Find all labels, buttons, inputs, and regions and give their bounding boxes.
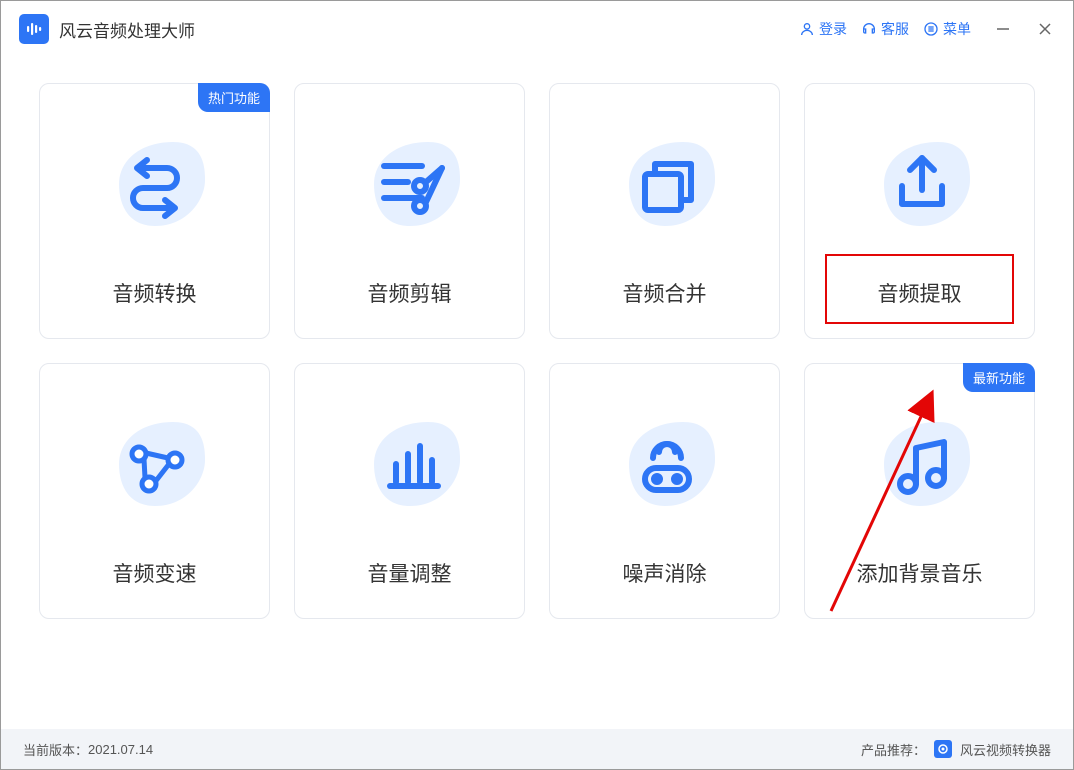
card-audio-speed[interactable]: 音频变速 (39, 363, 270, 619)
card-label: 音量调整 (368, 558, 452, 588)
menu-label: 菜单 (943, 19, 971, 39)
titlebar: 风云音频处理大师 登录 客服 菜单 (1, 1, 1073, 57)
card-label: 音频提取 (878, 278, 962, 308)
card-audio-merge[interactable]: 音频合并 (549, 83, 780, 339)
login-label: 登录 (819, 19, 847, 39)
card-label: 音频变速 (113, 558, 197, 588)
card-noise-remove[interactable]: 噪声消除 (549, 363, 780, 619)
card-label: 添加背景音乐 (857, 558, 983, 588)
card-label: 音频合并 (623, 278, 707, 308)
convert-icon (95, 124, 215, 244)
card-label: 音频转换 (113, 278, 197, 308)
edit-icon (350, 124, 470, 244)
login-button[interactable]: 登录 (799, 19, 847, 39)
noise-icon (605, 404, 725, 524)
music-icon (860, 404, 980, 524)
menu-button[interactable]: 菜单 (923, 19, 971, 39)
card-label: 音频剪辑 (368, 278, 452, 308)
card-audio-convert[interactable]: 热门功能 音频转换 (39, 83, 270, 339)
recommend-label: 产品推荐： (861, 740, 926, 759)
minimize-button[interactable] (993, 19, 1013, 39)
recommend-icon (934, 740, 952, 758)
card-audio-extract[interactable]: 音频提取 (804, 83, 1035, 339)
support-label: 客服 (881, 19, 909, 39)
version-value: 2021.07.14 (88, 742, 153, 757)
card-audio-edit[interactable]: 音频剪辑 (294, 83, 525, 339)
card-add-bgm[interactable]: 最新功能 添加背景音乐 (804, 363, 1035, 619)
merge-icon (605, 124, 725, 244)
badge-hot: 热门功能 (198, 83, 270, 112)
footer: 当前版本： 2021.07.14 产品推荐： 风云视频转换器 (1, 729, 1073, 769)
recommend-product[interactable]: 风云视频转换器 (960, 740, 1051, 759)
app-title: 风云音频处理大师 (59, 17, 195, 42)
app-logo-icon (19, 14, 49, 44)
card-volume-adjust[interactable]: 音量调整 (294, 363, 525, 619)
badge-new: 最新功能 (963, 363, 1035, 392)
support-button[interactable]: 客服 (861, 19, 909, 39)
card-label: 噪声消除 (623, 558, 707, 588)
version-label: 当前版本： (23, 740, 88, 759)
extract-icon (860, 124, 980, 244)
volume-icon (350, 404, 470, 524)
feature-grid: 热门功能 音频转换 (39, 83, 1035, 619)
speed-icon (95, 404, 215, 524)
close-button[interactable] (1035, 19, 1055, 39)
main-content: 热门功能 音频转换 (1, 57, 1073, 629)
